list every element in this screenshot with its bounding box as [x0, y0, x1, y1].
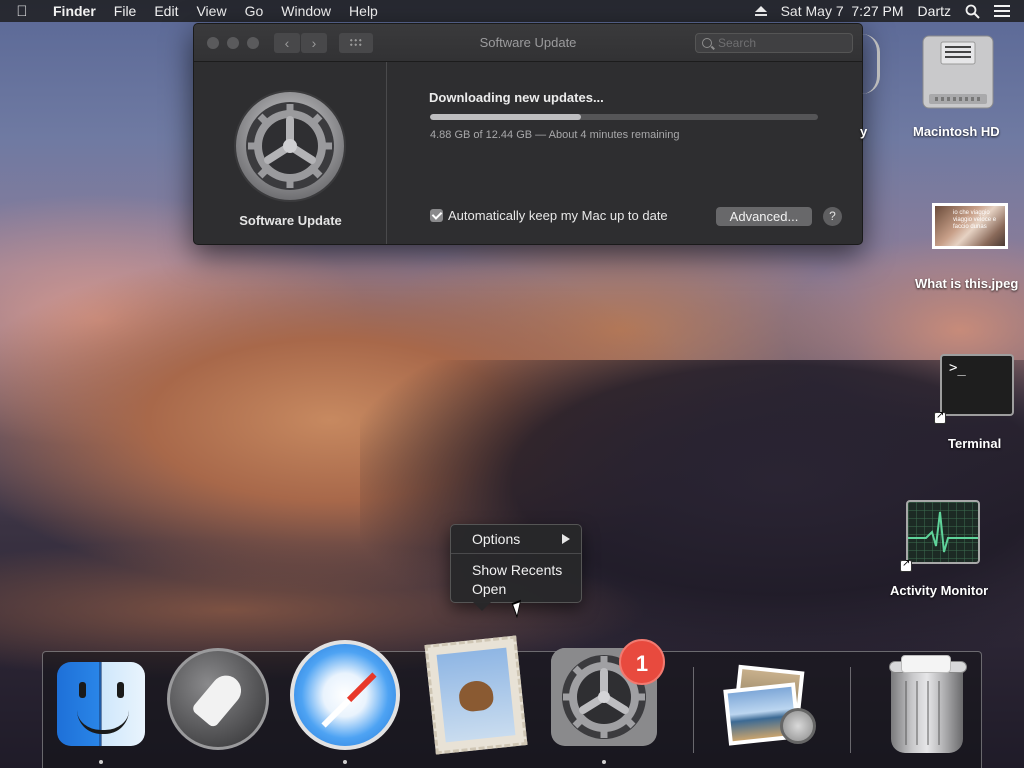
finder-eye-right	[117, 682, 124, 698]
progress-text: 4.88 GB of 12.44 GB — About 4 minutes re…	[430, 129, 680, 141]
dock-safari-icon[interactable]	[290, 640, 400, 750]
download-progress-bar	[430, 114, 818, 120]
search-input[interactable]	[718, 35, 848, 51]
update-badge: 1	[619, 639, 665, 685]
search-field[interactable]	[695, 33, 853, 53]
advanced-button[interactable]: Advanced...	[716, 207, 812, 226]
spotlight-search-icon[interactable]	[965, 4, 980, 19]
dock-finder-icon[interactable]	[57, 662, 145, 746]
help-button[interactable]: ?	[823, 207, 842, 226]
trash-paper	[901, 655, 951, 673]
auto-update-checkbox[interactable]	[430, 209, 443, 222]
image-thumbnail: io che viaggio viaggio veloce e faccio d…	[935, 206, 1005, 246]
sidebar-panel: Software Update	[194, 62, 387, 244]
loupe-icon	[780, 708, 816, 744]
eject-icon[interactable]	[754, 6, 767, 16]
menu-divider	[451, 553, 581, 554]
rocket-icon	[190, 669, 248, 729]
menu-file[interactable]: File	[105, 3, 146, 19]
gear-icon	[234, 90, 346, 202]
compass-needle-red	[346, 672, 377, 703]
menu-view[interactable]: View	[187, 3, 235, 19]
search-icon	[702, 38, 712, 48]
dock-separator	[850, 667, 851, 753]
finder-running-indicator	[99, 760, 103, 764]
hawk-icon	[457, 679, 495, 713]
finder-smile	[77, 710, 129, 734]
image-file-label[interactable]: What is this.jpeg	[915, 276, 1018, 291]
user-name[interactable]: Dartz	[918, 3, 951, 19]
alias-arrow-icon	[900, 558, 912, 572]
hard-drive-icon[interactable]	[921, 34, 995, 110]
auto-update-option[interactable]: Automatically keep my Mac up to date	[430, 208, 668, 223]
image-file-icon[interactable]: io che viaggio viaggio veloce e faccio d…	[932, 203, 1008, 249]
apple-menu-icon[interactable]: 	[0, 3, 44, 20]
activity-monitor-label[interactable]: Activity Monitor	[890, 583, 988, 598]
submenu-arrow-icon	[562, 534, 570, 544]
menu-item-open[interactable]: Open	[472, 581, 506, 597]
safari-running-indicator	[343, 760, 347, 764]
terminal-prompt: >_	[949, 360, 966, 376]
menu-item-show-recents[interactable]: Show Recents	[472, 562, 562, 578]
dock-separator	[693, 667, 694, 753]
menu-go[interactable]: Go	[236, 3, 273, 19]
alias-arrow-icon	[934, 410, 946, 424]
window-titlebar[interactable]: ‹ › Software Update	[194, 24, 862, 62]
dock-trash-icon[interactable]	[889, 655, 967, 753]
dock-preview-icon[interactable]	[722, 664, 818, 750]
software-update-window: ‹ › Software Update Search Software Upda…	[193, 23, 863, 245]
dock-launchpad-icon[interactable]	[167, 648, 269, 750]
sysprefs-running-indicator	[602, 760, 606, 764]
menu-app-name[interactable]: Finder	[44, 3, 105, 19]
menu-edit[interactable]: Edit	[145, 3, 187, 19]
progress-fill	[430, 114, 582, 120]
mail-stamp-image	[436, 647, 516, 743]
notification-center-icon[interactable]	[994, 5, 1010, 17]
trash-ridges	[905, 681, 949, 745]
menu-help[interactable]: Help	[340, 3, 387, 19]
partial-desktop-icon[interactable]	[862, 34, 880, 94]
sidebar-label: Software Update	[239, 213, 342, 228]
status-title: Downloading new updates...	[429, 90, 604, 105]
dock-context-menu: Options Show Recents Open	[450, 524, 582, 611]
hd-label[interactable]: Macintosh HD	[913, 124, 1000, 139]
menu-window[interactable]: Window	[272, 3, 340, 19]
partial-desktop-label[interactable]: y	[860, 124, 867, 139]
clock[interactable]: Sat May 7 7:27 PM	[781, 3, 904, 19]
finder-eye-left	[79, 682, 86, 698]
terminal-icon[interactable]: >_	[940, 354, 1014, 416]
auto-update-label[interactable]: Automatically keep my Mac up to date	[448, 208, 668, 223]
image-thumbnail-text: io che viaggio viaggio veloce e faccio d…	[953, 210, 997, 230]
activity-monitor-icon[interactable]	[906, 500, 980, 564]
dock-mail-icon[interactable]	[424, 635, 528, 755]
heartbeat-graph-icon	[908, 511, 978, 553]
menu-item-options[interactable]: Options	[472, 531, 520, 547]
terminal-label[interactable]: Terminal	[948, 436, 1001, 451]
compass-needle-white	[321, 697, 352, 728]
menu-bar:  Finder File Edit View Go Window Help S…	[0, 0, 1024, 22]
